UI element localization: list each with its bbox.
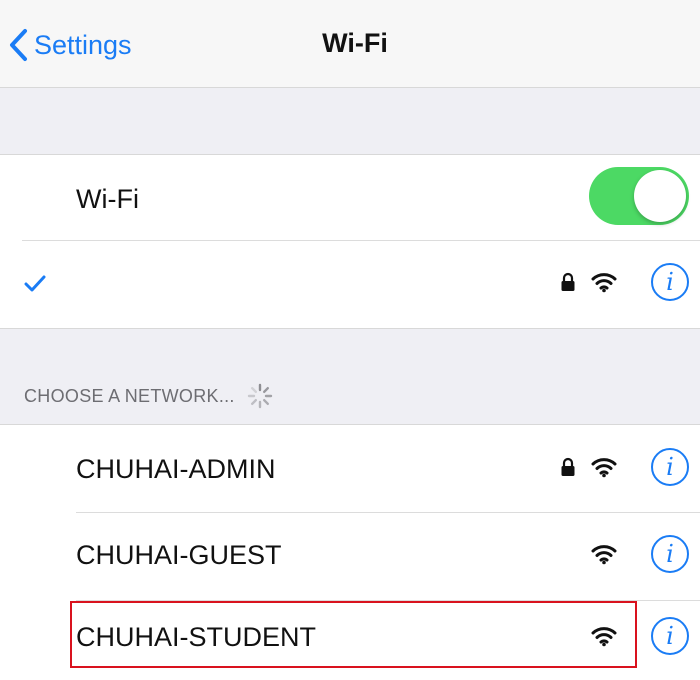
checkmark-icon: [24, 275, 46, 292]
info-icon: i: [666, 453, 674, 481]
network-name: CHUHAI-ADMIN: [76, 454, 276, 484]
lock-icon: [561, 272, 575, 291]
highlight-box: [70, 601, 637, 668]
info-icon: i: [666, 622, 674, 650]
wifi-toggle-switch[interactable]: [589, 167, 689, 225]
info-button[interactable]: i: [651, 263, 689, 301]
page-title: Wi-Fi: [322, 28, 388, 58]
info-icon: i: [666, 540, 674, 568]
network-row[interactable]: CHUHAI-GUEST i: [0, 513, 700, 600]
loading-spinner-icon: [247, 383, 272, 409]
section-header: CHOOSE A NETWORK...: [24, 383, 273, 409]
section-header-label: CHOOSE A NETWORK...: [24, 385, 235, 406]
lock-icon: [561, 457, 575, 476]
info-button[interactable]: i: [651, 535, 689, 573]
wifi-toggle-label: Wi-Fi: [76, 184, 139, 214]
network-row[interactable]: CHUHAI-ADMIN i: [0, 425, 700, 512]
wifi-signal-icon: [591, 458, 617, 478]
wifi-signal-icon: [591, 545, 617, 565]
wifi-signal-icon: [591, 273, 617, 293]
toggle-knob: [634, 170, 686, 222]
section-header-band: [0, 328, 700, 425]
network-name: CHUHAI-GUEST: [76, 540, 282, 570]
group-spacer: [0, 88, 700, 155]
info-button[interactable]: i: [651, 617, 689, 655]
info-button[interactable]: i: [651, 448, 689, 486]
connected-network-row[interactable]: i: [0, 241, 700, 328]
info-icon: i: [666, 268, 674, 296]
navigation-bar: Settings Wi-Fi: [0, 0, 700, 88]
